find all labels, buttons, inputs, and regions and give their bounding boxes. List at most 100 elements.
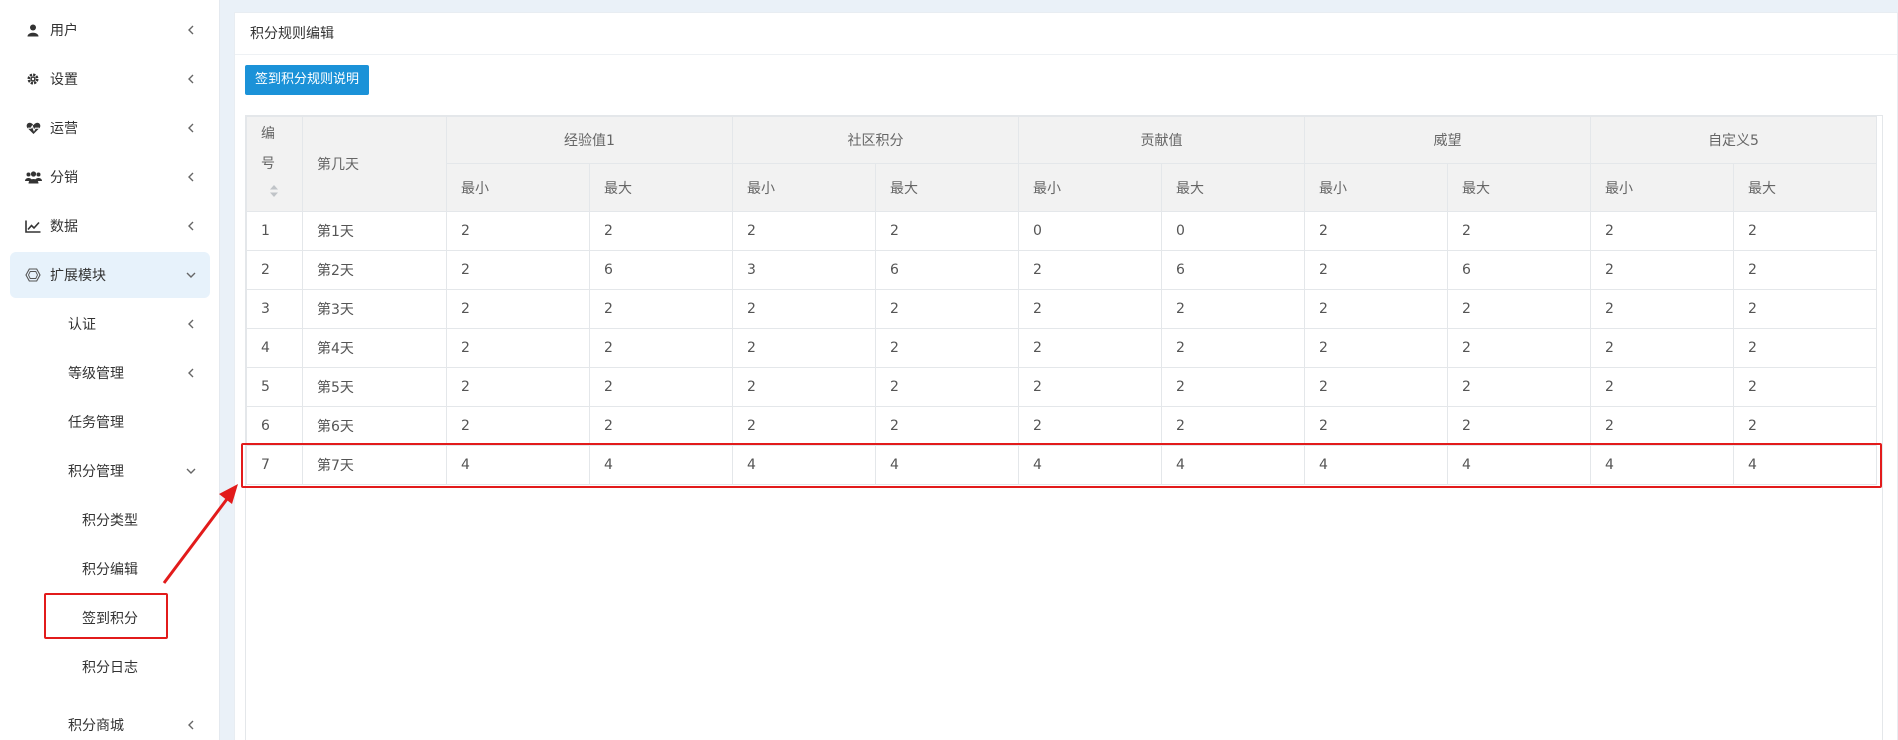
content-panel: 积分规则编辑 签到积分规则说明 编 号 第几天 经验值1 社区积分 贡献值 威望… <box>234 12 1898 740</box>
table-row[interactable]: 5 第5天 2 2 2 2 2 2 2 2 2 2 <box>246 367 1878 407</box>
cell-max: 2 <box>1733 328 1878 368</box>
cell-min: 2 <box>1018 289 1163 329</box>
cell-max: 2 <box>1733 289 1878 329</box>
cell-id: 3 <box>246 289 303 329</box>
sidebar-item-points-log[interactable]: 积分日志 <box>10 644 210 690</box>
cell-max: 2 <box>1447 211 1592 251</box>
chevron-left-icon <box>184 317 198 331</box>
sidebar-subitem-task-management[interactable]: 任务管理 <box>10 399 210 445</box>
table-row[interactable]: 3 第3天 2 2 2 2 2 2 2 2 2 2 <box>246 289 1878 329</box>
chevron-left-icon <box>184 170 198 184</box>
cell-max: 2 <box>875 289 1020 329</box>
max-header: 最大 <box>875 163 1020 212</box>
table-row[interactable]: 1 第1天 2 2 2 2 0 0 2 2 2 2 <box>246 211 1878 251</box>
chevron-down-icon <box>184 268 198 282</box>
sidebar-subitem-points-management[interactable]: 积分管理 <box>10 448 210 494</box>
cell-max: 2 <box>1733 250 1878 290</box>
sidebar-item-settings[interactable]: 设置 <box>10 56 210 102</box>
cell-min: 4 <box>1018 445 1163 485</box>
id-column-header[interactable]: 编 号 <box>246 116 303 212</box>
group-header-prestige: 威望 <box>1304 116 1592 164</box>
users-icon <box>24 168 42 186</box>
sidebar-item-distribution[interactable]: 分销 <box>10 154 210 200</box>
sidebar-item-label: 设置 <box>50 72 78 88</box>
cell-max: 4 <box>875 445 1020 485</box>
cell-id: 5 <box>246 367 303 407</box>
cell-max: 4 <box>1733 445 1878 485</box>
sidebar-item-operations[interactable]: 运营 <box>10 105 210 151</box>
sidebar-item-user[interactable]: 用户 <box>10 7 210 53</box>
sidebar-subitem-label: 等级管理 <box>68 366 124 382</box>
line-chart-icon <box>24 217 42 235</box>
sidebar-subitem-certification[interactable]: 认证 <box>10 301 210 347</box>
sidebar: 用户 设置 运营 分销 数据 扩展模块 认证 等级管理 任务管理 积分管理 积分… <box>0 0 220 740</box>
cell-day: 第6天 <box>302 406 447 446</box>
cell-id: 4 <box>246 328 303 368</box>
points-rule-table-wrapper: 编 号 第几天 经验值1 社区积分 贡献值 威望 自定义5 最小 最大 最小 最… <box>245 115 1883 740</box>
sidebar-subsub-label: 积分类型 <box>82 513 138 529</box>
sidebar-subitem-label: 认证 <box>68 317 96 333</box>
cell-min: 2 <box>1018 328 1163 368</box>
cell-min: 4 <box>732 445 877 485</box>
cell-max: 2 <box>1161 289 1306 329</box>
max-header: 最大 <box>1161 163 1306 212</box>
cell-day: 第2天 <box>302 250 447 290</box>
cell-min: 2 <box>1590 367 1735 407</box>
cell-min: 4 <box>446 445 590 485</box>
group-header-exp: 经验值1 <box>445 116 734 164</box>
cell-max: 2 <box>875 211 1020 251</box>
table-row[interactable]: 4 第4天 2 2 2 2 2 2 2 2 2 2 <box>246 328 1878 368</box>
cell-max: 2 <box>1161 328 1306 368</box>
cell-min: 2 <box>1304 250 1449 290</box>
sidebar-item-data[interactable]: 数据 <box>10 203 210 249</box>
sort-icon[interactable] <box>269 179 279 209</box>
cell-max: 2 <box>588 406 734 446</box>
cell-min: 2 <box>446 406 590 446</box>
panel-title: 积分规则编辑 <box>235 13 1897 55</box>
chevron-down-icon <box>184 464 198 478</box>
cell-min: 2 <box>732 289 877 329</box>
cube-icon <box>24 266 42 284</box>
cell-day: 第5天 <box>302 367 447 407</box>
sidebar-item-label: 数据 <box>50 219 78 235</box>
cell-max: 6 <box>875 250 1020 290</box>
cell-min: 2 <box>1590 328 1735 368</box>
cell-max: 2 <box>588 367 734 407</box>
sidebar-item-points-edit[interactable]: 积分编辑 <box>10 546 210 592</box>
cell-min: 2 <box>1018 250 1163 290</box>
cell-min: 2 <box>732 367 877 407</box>
cell-min: 0 <box>1018 211 1163 251</box>
min-header: 最小 <box>1018 163 1163 212</box>
max-header: 最大 <box>1733 163 1878 212</box>
cell-max: 4 <box>1161 445 1306 485</box>
max-header: 最大 <box>588 163 734 212</box>
points-rule-table: 编 号 第几天 经验值1 社区积分 贡献值 威望 自定义5 最小 最大 最小 最… <box>246 116 1878 485</box>
sidebar-item-extensions[interactable]: 扩展模块 <box>10 252 210 298</box>
cell-max: 2 <box>1733 367 1878 407</box>
cell-min: 2 <box>732 328 877 368</box>
cell-max: 2 <box>1161 367 1306 407</box>
chevron-left-icon <box>184 23 198 37</box>
sidebar-subitem-points-mall[interactable]: 积分商城 <box>10 702 210 740</box>
sidebar-item-label: 扩展模块 <box>50 268 106 284</box>
table-row[interactable]: 6 第6天 2 2 2 2 2 2 2 2 2 2 <box>246 406 1878 446</box>
chevron-left-icon <box>184 718 198 732</box>
sidebar-item-points-type[interactable]: 积分类型 <box>10 497 210 543</box>
heartbeat-icon <box>24 119 42 137</box>
cell-max: 2 <box>1733 406 1878 446</box>
table-row[interactable]: 7 第7天 4 4 4 4 4 4 4 4 4 4 <box>246 445 1878 485</box>
cell-max: 2 <box>1447 289 1592 329</box>
checkin-rules-button[interactable]: 签到积分规则说明 <box>245 65 370 95</box>
cell-min: 2 <box>1304 406 1449 446</box>
sidebar-subitem-level-management[interactable]: 等级管理 <box>10 350 210 396</box>
cell-min: 2 <box>732 211 877 251</box>
cell-min: 2 <box>1590 250 1735 290</box>
cell-max: 2 <box>1447 328 1592 368</box>
group-header-custom5: 自定义5 <box>1590 116 1878 164</box>
table-body: 1 第1天 2 2 2 2 0 0 2 2 2 2 2 第2天 2 6 3 6 2 6 2 6 2 2 3 第3天 2 2 2 2 2 2 2 2… <box>246 211 1878 485</box>
min-header: 最小 <box>732 163 877 212</box>
cell-min: 2 <box>1590 289 1735 329</box>
table-row[interactable]: 2 第2天 2 6 3 6 2 6 2 6 2 2 <box>246 250 1878 290</box>
cell-min: 2 <box>446 211 590 251</box>
cell-min: 2 <box>1304 289 1449 329</box>
